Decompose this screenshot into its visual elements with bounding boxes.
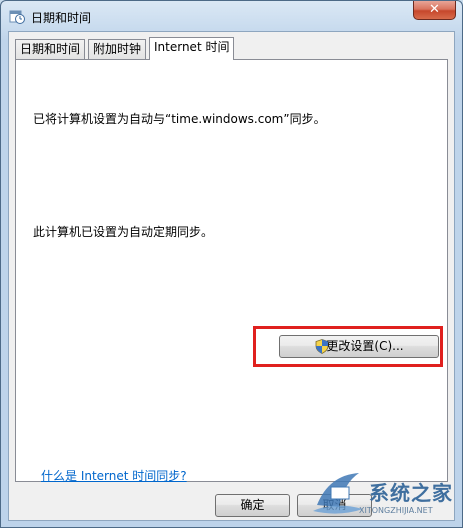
tab-internet-time[interactable]: Internet 时间: [149, 37, 235, 60]
tab-additional-clocks[interactable]: 附加时钟: [88, 39, 147, 59]
close-icon: ✕: [429, 2, 440, 17]
ok-label: 确定: [240, 498, 265, 512]
internet-time-help-link[interactable]: 什么是 Internet 时间同步?: [41, 467, 187, 484]
close-button[interactable]: ✕: [413, 1, 456, 20]
tab-date-time[interactable]: 日期和时间: [15, 39, 86, 59]
dialog-client-area: 日期和时间 附加时钟 Internet 时间 已将计算机设置为自动与“time.…: [8, 31, 455, 521]
title-bar[interactable]: 日期和时间 ✕: [1, 1, 462, 31]
change-settings-label: 更改设置(C)...: [326, 339, 404, 353]
internet-time-panel: 已将计算机设置为自动与“time.windows.com”同步。 此计算机已设置…: [15, 59, 448, 484]
window-title: 日期和时间: [31, 11, 92, 25]
ok-button[interactable]: 确定: [215, 494, 290, 517]
tab-label: 日期和时间: [20, 42, 81, 56]
change-settings-button[interactable]: 更改设置(C)...: [279, 335, 439, 358]
tab-label: 附加时钟: [93, 42, 142, 56]
sync-status-text: 已将计算机设置为自动与“time.windows.com”同步。: [33, 112, 326, 126]
schedule-status-text: 此计算机已设置为自动定期同步。: [33, 225, 214, 239]
site-watermark: 系统之家 XITONGZHIJIA.NET: [303, 463, 463, 523]
clock-calendar-icon: [9, 10, 25, 24]
tab-label: Internet 时间: [154, 40, 230, 54]
date-time-dialog: 日期和时间 ✕ 日期和时间 附加时钟 Internet 时间 已将计算机设置为自…: [0, 0, 463, 528]
watermark-subtext: XITONGZHIJIA.NET: [359, 506, 433, 515]
watermark-text: 系统之家: [369, 481, 453, 505]
